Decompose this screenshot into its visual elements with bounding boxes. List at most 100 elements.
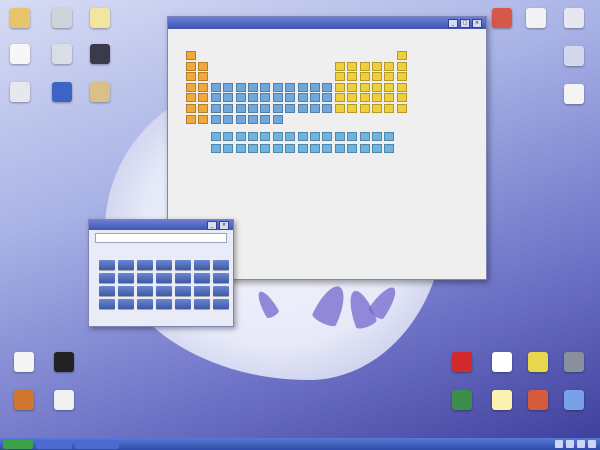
element-cell[interactable] [384, 93, 395, 103]
element-cell[interactable] [347, 82, 358, 92]
calculator-key[interactable] [175, 299, 191, 309]
element-cell[interactable] [334, 131, 345, 141]
desktop-icon[interactable] [556, 84, 592, 104]
element-cell[interactable] [272, 143, 283, 153]
calculator-key[interactable] [213, 260, 229, 270]
element-cell[interactable] [310, 82, 320, 92]
element-cell[interactable] [334, 143, 345, 153]
start-button[interactable] [3, 439, 33, 449]
element-cell[interactable] [235, 131, 246, 141]
element-cell[interactable] [322, 143, 333, 153]
calculator-key[interactable] [175, 286, 191, 296]
element-cell[interactable] [396, 104, 407, 113]
element-cell[interactable] [359, 104, 370, 113]
desktop-icon[interactable] [484, 390, 520, 410]
element-cell[interactable] [359, 82, 370, 92]
desktop-icon[interactable] [82, 82, 118, 104]
element-cell[interactable] [186, 72, 196, 82]
element-cell[interactable] [372, 82, 382, 92]
desktop-icon[interactable] [444, 390, 480, 410]
element-cell[interactable] [223, 93, 234, 103]
element-cell[interactable] [359, 72, 370, 82]
element-cell[interactable] [210, 131, 221, 141]
calculator-key[interactable] [137, 273, 153, 283]
element-cell[interactable] [297, 93, 308, 103]
element-cell[interactable] [198, 61, 209, 71]
maximize-button[interactable]: □ [460, 18, 470, 28]
element-cell[interactable] [198, 72, 209, 82]
calculator-keypad[interactable] [99, 260, 229, 309]
element-cell[interactable] [285, 104, 296, 113]
element-cell[interactable] [359, 61, 370, 71]
element-cell[interactable] [372, 104, 382, 113]
desktop-icon[interactable] [46, 352, 82, 372]
element-cell[interactable] [347, 72, 358, 82]
desktop-icon[interactable] [44, 44, 80, 66]
element-cell[interactable] [198, 82, 209, 92]
element-cell[interactable] [372, 72, 382, 82]
element-cell[interactable] [272, 104, 283, 113]
element-cell[interactable] [186, 114, 196, 124]
desktop-icon[interactable] [484, 8, 520, 28]
element-cell[interactable] [372, 131, 382, 141]
desktop-icon[interactable] [82, 44, 118, 66]
minimize-button[interactable]: _ [448, 18, 458, 28]
element-cell[interactable] [334, 104, 345, 113]
element-cell[interactable] [297, 131, 308, 141]
element-cell[interactable] [384, 72, 395, 82]
element-cell[interactable] [359, 143, 370, 153]
desktop-icon[interactable] [44, 8, 80, 30]
desktop-icon[interactable] [556, 390, 592, 410]
element-cell[interactable] [285, 143, 296, 153]
desktop-icon[interactable] [484, 352, 520, 372]
element-cell[interactable] [223, 82, 234, 92]
element-cell[interactable] [260, 82, 271, 92]
calculator-key[interactable] [175, 260, 191, 270]
close-button[interactable]: × [472, 18, 482, 28]
desktop-icon[interactable] [444, 352, 480, 372]
calculator-key[interactable] [99, 260, 115, 270]
desktop-icon[interactable] [2, 8, 38, 30]
element-cell[interactable] [285, 82, 296, 92]
element-cell[interactable] [272, 114, 283, 124]
element-cell[interactable] [322, 93, 333, 103]
taskbar-button[interactable] [75, 439, 119, 449]
element-cell[interactable] [210, 93, 221, 103]
tray-keyboard-icon[interactable] [588, 440, 596, 448]
element-cell[interactable] [210, 104, 221, 113]
calculator-titlebar[interactable]: _ × [89, 220, 233, 230]
element-cell[interactable] [396, 82, 407, 92]
element-cell[interactable] [235, 114, 246, 124]
calculator-key[interactable] [137, 299, 153, 309]
element-cell[interactable] [334, 82, 345, 92]
element-cell[interactable] [260, 143, 271, 153]
desktop-icon[interactable] [520, 352, 556, 372]
desktop-icon[interactable] [556, 46, 592, 66]
element-cell[interactable] [384, 131, 395, 141]
element-cell[interactable] [198, 104, 209, 113]
calculator-key[interactable] [156, 299, 172, 309]
calculator-key[interactable] [156, 260, 172, 270]
calculator-key[interactable] [213, 273, 229, 283]
calc-minimize-button[interactable]: _ [207, 220, 217, 230]
element-cell[interactable] [248, 82, 258, 92]
element-cell[interactable] [347, 143, 358, 153]
element-cell[interactable] [310, 143, 320, 153]
element-cell[interactable] [297, 143, 308, 153]
calculator-key[interactable] [99, 273, 115, 283]
element-cell[interactable] [223, 143, 234, 153]
desktop-icon[interactable] [46, 390, 82, 410]
element-cell[interactable] [359, 131, 370, 141]
element-cell[interactable] [198, 114, 209, 124]
desktop-icon[interactable] [82, 8, 118, 30]
desktop-icon[interactable] [520, 390, 556, 410]
calculator-key[interactable] [194, 286, 210, 296]
element-cell[interactable] [334, 72, 345, 82]
element-cell[interactable] [347, 93, 358, 103]
element-cell[interactable] [235, 143, 246, 153]
element-cell[interactable] [285, 131, 296, 141]
element-cell[interactable] [334, 61, 345, 71]
element-cell[interactable] [235, 93, 246, 103]
calculator-key[interactable] [194, 260, 210, 270]
tray-network-icon[interactable] [555, 440, 563, 448]
